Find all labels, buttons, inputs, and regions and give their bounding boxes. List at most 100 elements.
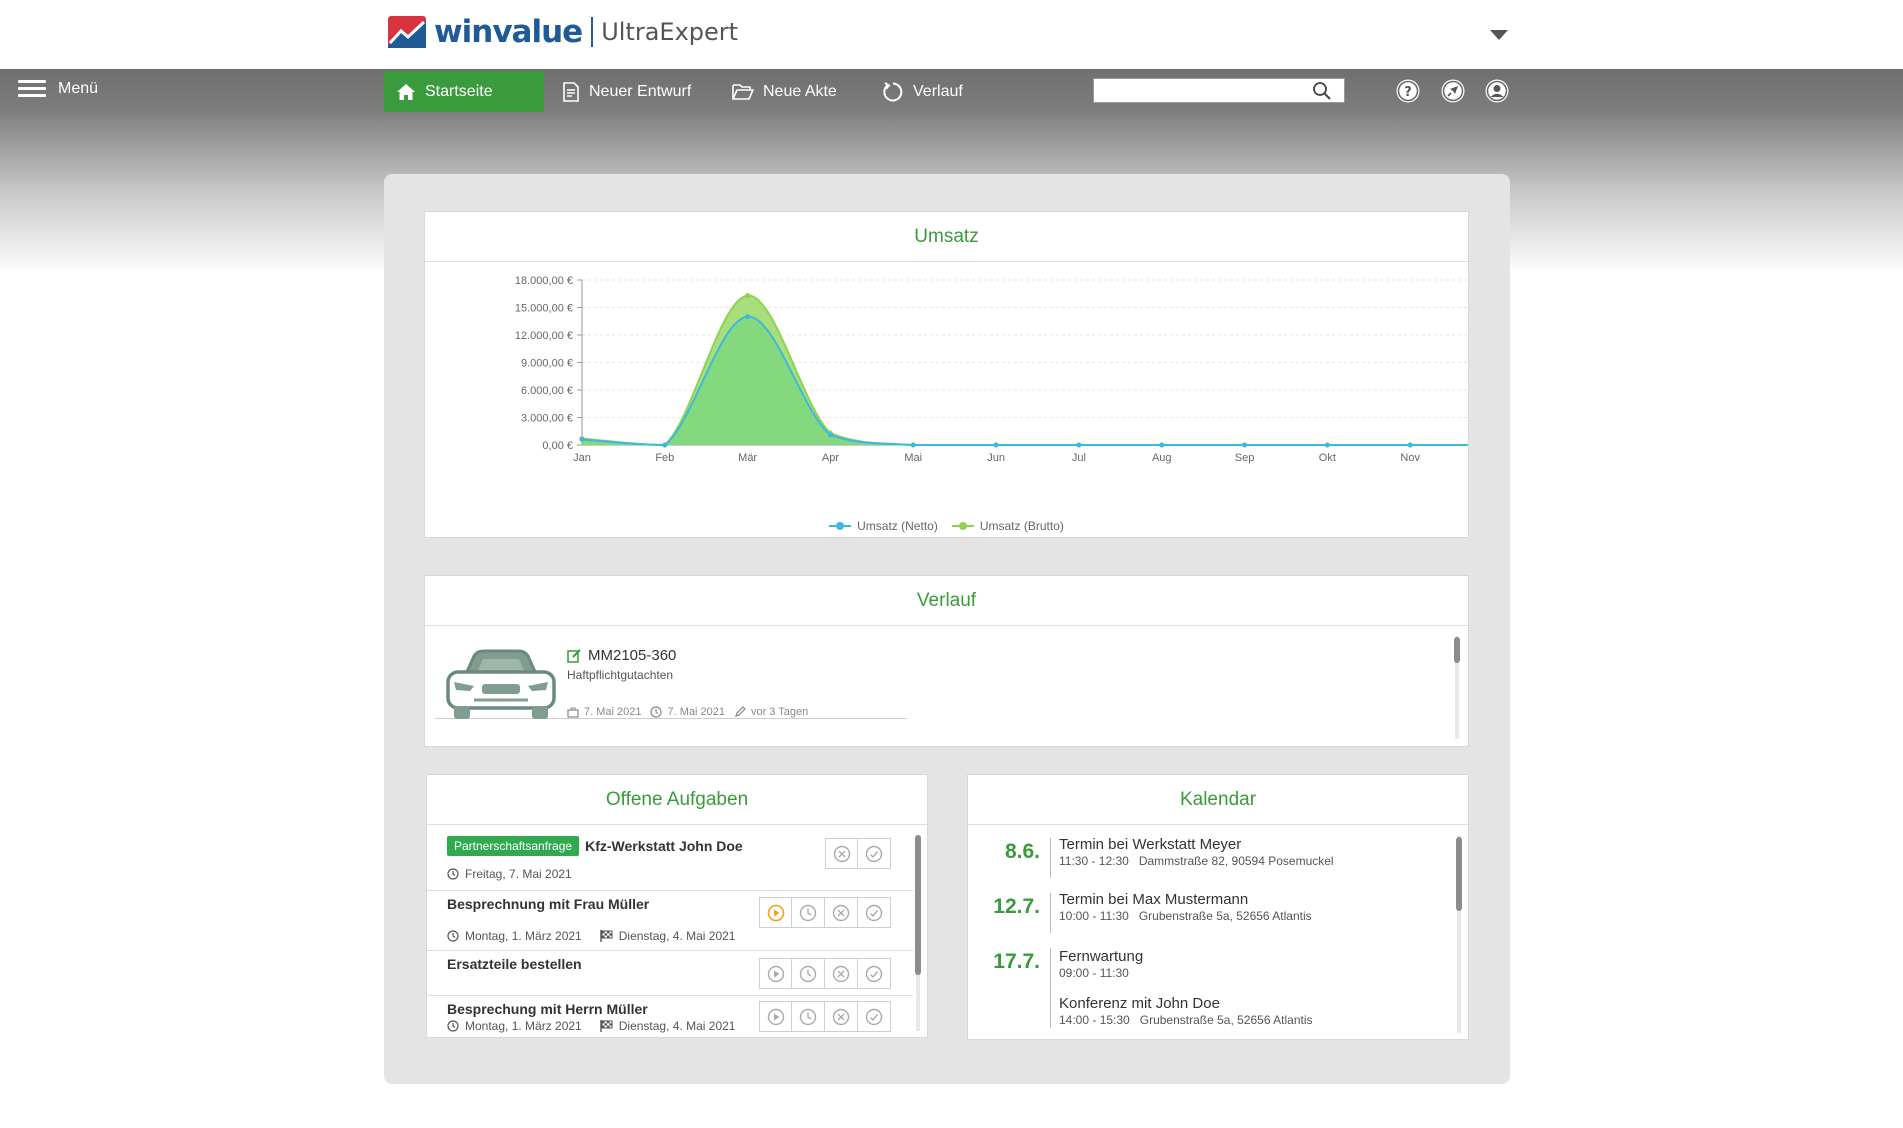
pencil-icon bbox=[735, 706, 746, 717]
task-date: Montag, 1. März 2021 bbox=[465, 1019, 582, 1033]
task-item[interactable]: Besprechnung mit Frau Müller Montag, 1. … bbox=[427, 891, 913, 951]
menu-button[interactable]: Menü bbox=[18, 80, 98, 98]
app-logo[interactable]: winvalue UltraExpert bbox=[388, 12, 738, 52]
start-button[interactable] bbox=[759, 1001, 792, 1032]
calendar-event[interactable]: Konferenz mit John Doe 14:00 - 15:30 Grub… bbox=[1059, 995, 1313, 1027]
x-tick-label: Mai bbox=[904, 452, 922, 464]
rocket-icon[interactable] bbox=[1440, 78, 1466, 104]
nav-neuer-entwurf[interactable]: Neuer Entwurf bbox=[550, 71, 703, 112]
umsatz-chart: 0,00 € 3.000,00 € 6.000,00 € 9.000,00 € 12.0… bbox=[515, 275, 1468, 464]
calendar-event[interactable]: Fernwartung 09:00 - 11:30 bbox=[1059, 948, 1143, 980]
event-time: 11:30 - 12:30 bbox=[1059, 854, 1129, 868]
calendar-event[interactable]: Termin bei Max Mustermann 10:00 - 11:30 G… bbox=[1059, 891, 1312, 923]
task-item[interactable]: Besprechung mit Herrn Müller Montag, 1. … bbox=[427, 996, 913, 1037]
play-circle-icon bbox=[767, 965, 784, 982]
start-button[interactable] bbox=[759, 897, 792, 928]
svg-text:?: ? bbox=[1404, 85, 1412, 100]
verlauf-title: Verlauf bbox=[425, 576, 1468, 626]
data-point bbox=[1407, 442, 1413, 448]
snooze-button[interactable] bbox=[792, 958, 825, 989]
briefcase-icon bbox=[567, 707, 579, 718]
calendar-day: 17.7. Fernwartung 09:00 - 11:30 Konferen… bbox=[968, 944, 1448, 1039]
reject-button[interactable] bbox=[825, 838, 858, 869]
clock-icon bbox=[799, 904, 817, 921]
x-tick-label: Feb bbox=[655, 452, 674, 464]
umsatz-title: Umsatz bbox=[425, 212, 1468, 262]
task-title-text: Kfz-Werkstatt John Doe bbox=[585, 838, 743, 854]
edit-icon bbox=[567, 649, 581, 663]
play-circle-icon bbox=[767, 1008, 784, 1025]
help-icon[interactable]: ? bbox=[1395, 78, 1421, 104]
verlauf-card: Verlauf MM2105-360 Haftpflichtgutachten … bbox=[424, 575, 1469, 747]
main-navigation: Menü Startseite Neuer Entwurf Neue Akte … bbox=[0, 69, 1903, 113]
series-area-netto bbox=[582, 316, 1468, 446]
y-tick-label: 18.000,00 € bbox=[515, 275, 573, 287]
x-tick-label: Aug bbox=[1152, 452, 1172, 464]
task-title: Ersatzteile bestellen bbox=[447, 956, 582, 972]
start-button[interactable] bbox=[759, 958, 792, 989]
snooze-button[interactable] bbox=[792, 1001, 825, 1032]
search-input[interactable] bbox=[1094, 80, 1312, 101]
calendar-divider bbox=[1050, 948, 1051, 1028]
tasks-scroll-thumb[interactable] bbox=[915, 835, 921, 975]
check-circle-icon bbox=[865, 904, 883, 921]
x-tick-label: Nov bbox=[1400, 452, 1420, 464]
y-tick-label: 9.000,00 € bbox=[521, 358, 573, 370]
accept-button[interactable] bbox=[858, 958, 891, 989]
reject-button[interactable] bbox=[825, 1001, 858, 1032]
data-point bbox=[1242, 442, 1248, 448]
hamburger-icon bbox=[18, 80, 46, 98]
task-actions bbox=[825, 838, 891, 869]
accept-button[interactable] bbox=[858, 838, 891, 869]
nav-label: Verlauf bbox=[913, 82, 963, 100]
account-dropdown-caret-icon[interactable] bbox=[1490, 30, 1508, 40]
snooze-button[interactable] bbox=[792, 897, 825, 928]
task-title: Besprechung mit Herrn Müller bbox=[447, 1001, 648, 1017]
home-icon bbox=[397, 83, 415, 100]
new-document-icon bbox=[563, 81, 579, 102]
nav-verlauf[interactable]: Verlauf bbox=[870, 71, 975, 112]
event-title: Konferenz mit John Doe bbox=[1059, 995, 1220, 1012]
calendar-event[interactable]: Termin bei Werkstatt Meyer 11:30 - 12:30… bbox=[1059, 836, 1334, 868]
menu-label: Menü bbox=[58, 80, 99, 97]
nav-startseite[interactable]: Startseite bbox=[384, 71, 544, 112]
user-icon[interactable] bbox=[1484, 78, 1510, 104]
legend-netto-marker bbox=[829, 522, 852, 530]
folder-open-icon bbox=[732, 84, 754, 100]
search-box bbox=[1093, 78, 1345, 103]
task-item[interactable]: Partnerschaftsanfrage Kfz-Werkstatt John… bbox=[427, 826, 913, 891]
search-icon[interactable] bbox=[1312, 81, 1332, 101]
verlauf-scroll-thumb[interactable] bbox=[1454, 637, 1460, 663]
nav-label: Neuer Entwurf bbox=[589, 82, 692, 100]
task-item[interactable]: Ersatzteile bestellen bbox=[427, 951, 913, 996]
accept-button[interactable] bbox=[858, 897, 891, 928]
legend-netto[interactable]: Umsatz (Netto) bbox=[829, 519, 938, 533]
calendar-card: Kalendar 8.6. Termin bei Werkstatt Meyer… bbox=[967, 774, 1469, 1040]
nav-neue-akte[interactable]: Neue Akte bbox=[720, 71, 849, 112]
task-due: Dienstag, 4. Mai 2021 bbox=[618, 929, 736, 943]
event-title: Termin bei Werkstatt Meyer bbox=[1059, 836, 1242, 853]
clock-icon bbox=[799, 1008, 817, 1025]
task-title: Partnerschaftsanfrage Kfz-Werkstatt John… bbox=[447, 836, 743, 856]
case-id: MM2105-360 bbox=[588, 647, 677, 664]
event-time: 14:00 - 15:30 bbox=[1059, 1013, 1130, 1027]
accept-button[interactable] bbox=[858, 1001, 891, 1032]
history-icon bbox=[883, 81, 903, 101]
task-due: Dienstag, 4. Mai 2021 bbox=[618, 1019, 736, 1033]
event-details: 10:00 - 11:30 Grubenstraße 5a, 52656 Atla… bbox=[1059, 909, 1312, 923]
calendar-scroll-thumb[interactable] bbox=[1456, 837, 1462, 911]
reject-button[interactable] bbox=[825, 958, 858, 989]
clock-icon bbox=[447, 930, 459, 942]
reject-button[interactable] bbox=[825, 897, 858, 928]
x-tick-label: Mär bbox=[738, 452, 757, 464]
task-actions bbox=[759, 1001, 891, 1032]
legend-brutto[interactable]: Umsatz (Brutto) bbox=[951, 519, 1064, 533]
top-header: winvalue UltraExpert bbox=[0, 0, 1903, 69]
calendar-date: 17.7. bbox=[993, 950, 1040, 973]
case-link[interactable]: MM2105-360 bbox=[567, 647, 676, 664]
case-edited: vor 3 Tagen bbox=[750, 706, 809, 718]
verlauf-entry[interactable]: MM2105-360 Haftpflichtgutachten 7. Mai 2… bbox=[434, 636, 907, 719]
data-point bbox=[1324, 442, 1330, 448]
check-circle-icon bbox=[865, 1008, 883, 1025]
task-date: Montag, 1. März 2021 bbox=[465, 929, 582, 943]
